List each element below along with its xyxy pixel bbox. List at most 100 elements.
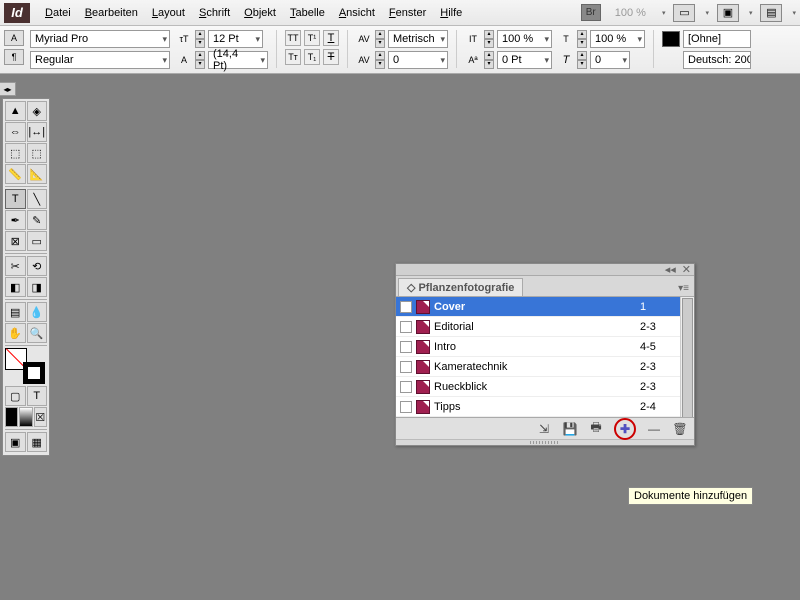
collapse-icon[interactable]: ◂◂	[665, 263, 676, 276]
kerning-combo[interactable]: Metrisch	[388, 30, 448, 48]
document-row[interactable]: Kameratechnik2-3	[396, 357, 694, 377]
document-row[interactable]: Editorial2-3	[396, 317, 694, 337]
document-row[interactable]: Intro4-5	[396, 337, 694, 357]
indesign-doc-icon	[416, 320, 430, 334]
vscale-combo[interactable]: 100 %	[497, 30, 552, 48]
doc-checkbox[interactable]	[400, 341, 412, 353]
menu-ansicht[interactable]: Ansicht	[332, 4, 382, 22]
zoom-display[interactable]: 100 %	[609, 7, 652, 19]
font-size-combo[interactable]: 12 Pt	[208, 30, 263, 48]
leading-icon: A	[176, 52, 192, 68]
baseline-combo[interactable]: 0 Pt	[497, 51, 552, 69]
document-row[interactable]: Cover1	[396, 297, 694, 317]
char-mode-icon[interactable]: A	[4, 30, 24, 46]
frame-tool[interactable]: ⊠	[5, 231, 26, 251]
save-icon[interactable]: 💾	[562, 421, 578, 437]
view-normal-icon[interactable]: ▣	[5, 432, 26, 452]
allcaps-icon[interactable]: TT	[285, 30, 301, 46]
document-row[interactable]: Rueckblick2-3	[396, 377, 694, 397]
strike-icon[interactable]: T	[323, 49, 339, 65]
panel-tab[interactable]: ◇Pflanzenfotografie	[398, 278, 523, 296]
apply-text-icon[interactable]: T	[27, 386, 48, 406]
fill-swatch[interactable]	[662, 31, 680, 47]
indesign-doc-icon	[416, 360, 430, 374]
content-tool-2[interactable]: ⬚	[27, 143, 48, 163]
pen-tool[interactable]: ✒	[5, 210, 26, 230]
tooltip: Dokumente hinzufügen	[628, 487, 753, 505]
view-mode-1[interactable]: ▭	[673, 4, 695, 22]
rectangle-tool[interactable]: ▭	[27, 231, 48, 251]
panel-menu-icon[interactable]: ▾≡	[673, 281, 694, 296]
doc-checkbox[interactable]	[400, 321, 412, 333]
menu-bearbeiten[interactable]: Bearbeiten	[78, 4, 145, 22]
view-mode-3[interactable]: ▤	[760, 4, 782, 22]
menu-layout[interactable]: Layout	[145, 4, 192, 22]
ruler-tool-2[interactable]: 📐	[27, 164, 48, 184]
doc-name: Rueckblick	[434, 381, 636, 393]
sidebar-collapse-tab[interactable]: ◂▸	[0, 82, 16, 96]
document-row[interactable]: Tipps2-4	[396, 397, 694, 417]
superscript-icon[interactable]: T¹	[304, 30, 320, 46]
apply-gradient-icon[interactable]	[19, 407, 32, 427]
bridge-button[interactable]: Br	[581, 4, 601, 21]
remove-icon[interactable]: —	[646, 421, 662, 437]
language-combo[interactable]: Deutsch: 2006 R	[683, 51, 751, 69]
doc-name: Cover	[434, 301, 636, 313]
content-tool[interactable]: ⬚	[5, 143, 26, 163]
doc-checkbox[interactable]	[400, 401, 412, 413]
gradient-tool[interactable]: ◨	[27, 277, 48, 297]
doc-checkbox[interactable]	[400, 381, 412, 393]
view-preview-icon[interactable]: ▦	[27, 432, 48, 452]
gradient-swatch-tool[interactable]: ◧	[5, 277, 26, 297]
scissors-tool[interactable]: ✂	[5, 256, 26, 276]
note-tool[interactable]: ▤	[5, 302, 26, 322]
para-mode-icon[interactable]: ¶	[4, 49, 24, 65]
fill-stroke-control[interactable]	[5, 348, 47, 384]
char-style-combo[interactable]: [Ohne]	[683, 30, 751, 48]
type-tool[interactable]: T	[5, 189, 26, 209]
menu-hilfe[interactable]: Hilfe	[433, 4, 469, 22]
view-mode-2[interactable]: ▣	[717, 4, 739, 22]
font-style-combo[interactable]: Regular	[30, 51, 170, 69]
trash-icon[interactable]: 🗑	[672, 421, 688, 437]
transform-tool[interactable]: ⟲	[27, 256, 48, 276]
doc-checkbox[interactable]	[400, 301, 412, 313]
apply-none-icon[interactable]: ☒	[34, 407, 47, 427]
hand-tool[interactable]: ✋	[5, 323, 26, 343]
menubar: Id DateiBearbeitenLayoutSchriftObjektTab…	[0, 0, 800, 26]
apply-container-icon[interactable]: ▢	[5, 386, 26, 406]
page-tool[interactable]: ⇔	[5, 122, 26, 142]
menu-datei[interactable]: Datei	[38, 4, 78, 22]
font-family-combo[interactable]: Myriad Pro	[30, 30, 170, 48]
print-icon[interactable]: 🖶	[588, 421, 604, 437]
selection-tool[interactable]: ▲	[5, 101, 26, 121]
smallcaps-icon[interactable]: Tᴛ	[285, 49, 301, 65]
gap-tool[interactable]: |↔|	[27, 122, 48, 142]
sync-icon[interactable]: ⇲	[536, 421, 552, 437]
zoom-tool[interactable]: 🔍	[27, 323, 48, 343]
scrollbar[interactable]	[680, 297, 694, 417]
add-document-icon[interactable]: ✚	[617, 421, 633, 437]
direct-select-tool[interactable]: ◈	[27, 101, 48, 121]
ruler-tool[interactable]: 📏	[5, 164, 26, 184]
eyedropper-tool[interactable]: 💧	[27, 302, 48, 322]
menu-schrift[interactable]: Schrift	[192, 4, 237, 22]
leading-combo[interactable]: (14,4 Pt)	[208, 51, 268, 69]
indesign-doc-icon	[416, 300, 430, 314]
menu-tabelle[interactable]: Tabelle	[283, 4, 332, 22]
doc-checkbox[interactable]	[400, 361, 412, 373]
menu-objekt[interactable]: Objekt	[237, 4, 283, 22]
control-bar: A ¶ Myriad Pro Regular τT▴▾12 Pt A▴▾(14,…	[0, 26, 800, 74]
line-tool[interactable]: ╲	[27, 189, 48, 209]
menu-fenster[interactable]: Fenster	[382, 4, 433, 22]
pencil-tool[interactable]: ✎	[27, 210, 48, 230]
hscale-combo[interactable]: 100 %	[590, 30, 645, 48]
tracking-combo[interactable]: 0	[388, 51, 448, 69]
indesign-doc-icon	[416, 340, 430, 354]
subscript-icon[interactable]: T₁	[304, 49, 320, 65]
resize-grip[interactable]	[396, 439, 694, 445]
apply-color-icon[interactable]	[5, 407, 18, 427]
close-icon[interactable]: ✕	[682, 263, 691, 276]
underline-icon[interactable]: T	[323, 30, 339, 46]
skew-combo[interactable]: 0	[590, 51, 630, 69]
